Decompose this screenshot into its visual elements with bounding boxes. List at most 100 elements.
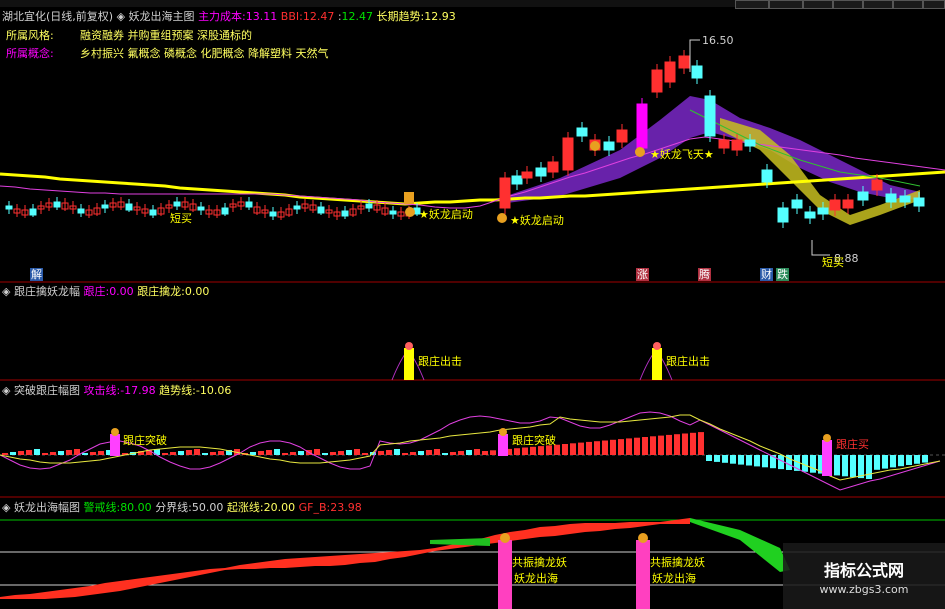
gf-ribbon	[0, 518, 690, 599]
panel3-bar	[650, 436, 656, 455]
panel4-l2: 分界线:	[155, 501, 192, 514]
panel4-marker	[638, 533, 648, 543]
panel4-sig-a1: 共振擒龙妖	[512, 556, 567, 569]
candle-body	[761, 169, 773, 183]
panel3-bar	[298, 451, 304, 455]
flag-die[interactable]: 跌	[776, 268, 789, 281]
panel3-bar	[562, 444, 568, 455]
panel3-l1: 攻击线:	[83, 384, 121, 397]
candle-body	[53, 201, 61, 208]
signal-marker	[497, 213, 507, 223]
candle-body	[511, 175, 523, 185]
candle-body	[704, 95, 716, 137]
panel3-bar	[82, 453, 88, 455]
panel3-bar	[802, 455, 808, 472]
candle-body	[149, 209, 157, 216]
panel3-bar	[530, 446, 536, 455]
panel4-l4: GF_B:	[298, 501, 331, 514]
panel2-name: 跟庄擒妖龙幅	[13, 285, 80, 298]
trend-label: 长期趋势:	[376, 10, 425, 23]
chart-canvas	[0, 39, 945, 609]
bbi-value: 12.47	[302, 10, 335, 23]
panel3-bar	[842, 455, 848, 477]
panel3-bar	[466, 450, 472, 455]
candle-body	[101, 204, 109, 209]
panel3-bar	[330, 452, 336, 455]
candle-body	[365, 203, 373, 209]
panel3-bar	[570, 443, 576, 455]
panel3-bar	[890, 455, 896, 468]
panel3-bar	[634, 437, 640, 455]
candle-body	[269, 211, 277, 217]
annotation-feitian: ★妖龙飞天★	[650, 148, 714, 161]
annotation-duanmai2: 短买	[822, 256, 844, 269]
candle-body	[221, 207, 229, 215]
low-pointer	[811, 240, 830, 256]
panel3-bar	[522, 447, 528, 455]
panel3-name: 突破跟庄幅图	[13, 384, 80, 397]
dropdown-icon[interactable]: ◈	[117, 10, 125, 23]
dropdown-icon[interactable]: ◈	[2, 285, 10, 298]
candle-body	[317, 206, 325, 214]
candle-body	[562, 137, 574, 171]
panel3-marker	[111, 428, 119, 436]
panel3-bar	[874, 455, 880, 470]
gf-ribbon-green	[690, 518, 790, 572]
high-price-label: 16.50	[702, 34, 734, 47]
panel4-sig-b2: 妖龙出海	[652, 572, 696, 585]
panel3-bar	[914, 455, 920, 464]
candle-body	[521, 171, 533, 179]
panel3-bar	[746, 455, 752, 466]
trend-value: 12.93	[424, 10, 456, 23]
signal-box	[404, 192, 414, 204]
panel3-bar	[610, 439, 616, 455]
panel4-v3: 20.00	[263, 501, 296, 514]
flag-zhang[interactable]: 涨	[636, 268, 649, 281]
panel3-signal-bar	[498, 434, 508, 456]
panel3-bar	[626, 438, 632, 455]
panel3-bar	[722, 455, 728, 463]
panel3-bar	[674, 434, 680, 455]
panel3-bar	[202, 453, 208, 455]
panel3-bar	[410, 452, 416, 455]
panel3-bar	[26, 450, 32, 455]
panel4-name: 妖龙出海幅图	[13, 501, 80, 514]
panel3-bar	[762, 455, 768, 468]
panel3-bar	[90, 452, 96, 455]
candle-body	[791, 199, 803, 209]
panel3-bar	[386, 450, 392, 455]
panel3-marker	[499, 428, 507, 436]
candle-body	[899, 195, 911, 203]
panel2-bar	[652, 348, 662, 380]
candle-body	[817, 207, 829, 215]
dropdown-icon[interactable]: ◈	[2, 384, 10, 397]
candle-body	[389, 210, 397, 215]
candle-body	[744, 139, 756, 147]
candle-body	[603, 141, 615, 151]
panel3-bar	[66, 450, 72, 455]
panel4-v4: 23.98	[330, 501, 362, 514]
candle-body	[777, 207, 789, 223]
panel3-bar	[2, 453, 8, 455]
panel3-signal3: 跟庄买	[836, 438, 869, 451]
panel3-bar	[290, 452, 296, 455]
panel3-bar	[866, 455, 872, 479]
flag-cai[interactable]: 财	[760, 268, 773, 281]
cost-label: 主力成本:	[198, 10, 246, 23]
flag-teng[interactable]: 腾	[698, 268, 711, 281]
panel2-marker	[653, 342, 661, 350]
panel3-signal2: 跟庄突破	[512, 434, 556, 447]
candle-body	[913, 197, 925, 207]
panel2-header: ◈ 跟庄擒妖龙幅 跟庄:0.00 跟庄擒龙:0.00	[2, 285, 209, 298]
panel3-bar	[834, 455, 840, 476]
flag-jie[interactable]: 解	[30, 268, 43, 281]
panel3-l2: 趋势线:	[159, 384, 196, 397]
panel3-bar	[882, 455, 888, 469]
panel3-bar	[658, 435, 664, 455]
candle-body	[576, 127, 588, 137]
panel3-bar	[618, 439, 624, 455]
dropdown-icon[interactable]: ◈	[2, 501, 10, 514]
panel3-bar	[322, 453, 328, 455]
panel3-bar	[50, 452, 56, 455]
panel3-bar	[418, 451, 424, 455]
